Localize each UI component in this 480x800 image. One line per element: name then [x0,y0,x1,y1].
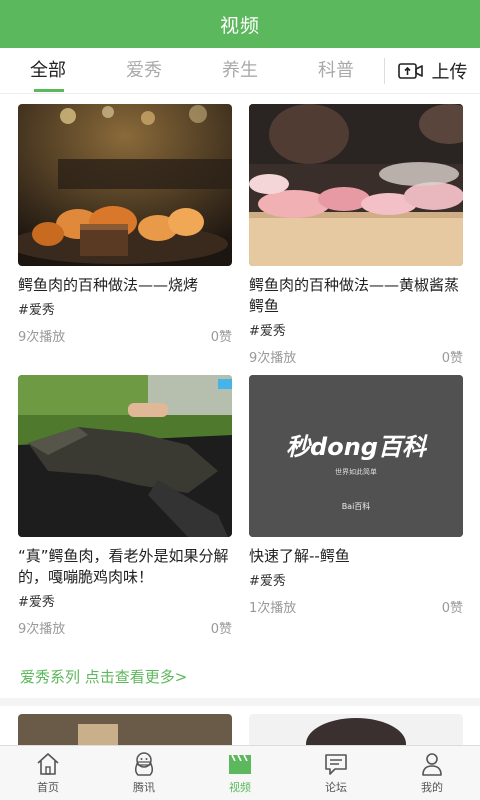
video-meta: 9次播放 0赞 [18,326,232,345]
upload-button[interactable]: 上传 [385,58,480,84]
video-card[interactable]: “真”鳄鱼肉，看老外是如果分解的，嘎嘣脆鸡肉味！ #爱秀 9次播放 0赞 [18,375,232,637]
nav-tencent[interactable]: 腾讯 [96,746,192,800]
video-meta: 9次播放 0赞 [18,618,232,637]
tab-kepu[interactable]: 科普 [288,48,384,94]
video-title[interactable]: 鳄鱼肉的百种做法——黄椒酱蒸鳄鱼 [249,275,463,317]
video-card[interactable]: 秒dong百科 世界如此简单 Bai百科 快速了解--鳄鱼 #爱秀 1次播放 0… [249,375,463,616]
upload-label: 上传 [431,61,468,83]
category-tabs: 全部 爱秀 养生 科普 上传 [0,48,480,94]
video-tag[interactable]: #爱秀 [249,570,463,589]
video-tag[interactable]: #爱秀 [18,299,232,318]
nav-video[interactable]: 视频 [192,746,288,800]
upload-video-icon [397,62,423,79]
video-tag[interactable]: #爱秀 [249,320,463,339]
like-count: 0赞 [441,351,463,366]
section-separator [0,698,480,706]
baike-slogan-text: 世界如此简单 [335,468,377,476]
nav-label: 腾讯 [133,781,155,794]
like-count: 0赞 [210,330,232,345]
video-thumbnail-bbq[interactable] [18,104,232,266]
nav-me[interactable]: 我的 [384,746,480,800]
title-bar: 视频 [0,0,480,48]
video-thumbnail[interactable] [18,714,232,745]
video-meta: 9次播放 0赞 [249,347,463,366]
page-title: 视频 [219,14,260,37]
nav-home[interactable]: 首页 [0,746,96,800]
bottom-navigation: 首页 腾讯 视频 论坛 我的 [0,745,480,800]
chat-bubble-icon [325,754,347,775]
user-icon [422,753,442,776]
video-thumbnail-meat[interactable] [249,104,463,266]
baike-logo: Bai百科 [341,502,371,511]
play-count: 9次播放 [18,330,66,345]
clapperboard-icon [229,754,251,774]
nav-label: 视频 [229,781,251,794]
play-count: 1次播放 [249,601,297,616]
video-title[interactable]: 快速了解--鳄鱼 [249,546,463,567]
nav-label: 论坛 [325,781,347,794]
video-card[interactable] [18,714,232,745]
tab-aixiu[interactable]: 爱秀 [96,48,192,94]
play-count: 9次播放 [18,622,66,637]
video-title[interactable]: “真”鳄鱼肉，看老外是如果分解的，嘎嘣脆鸡肉味！ [18,546,232,588]
video-list[interactable]: 鳄鱼肉的百种做法——烧烤 #爱秀 9次播放 0赞 鳄鱼肉的百种做法——黄椒酱蒸鳄… [0,94,480,745]
video-card[interactable]: 鳄鱼肉的百种做法——黄椒酱蒸鳄鱼 #爱秀 9次播放 0赞 [249,104,463,366]
video-meta: 1次播放 0赞 [249,597,463,616]
video-tag[interactable]: #爱秀 [18,591,232,610]
tab-all[interactable]: 全部 [0,48,96,94]
nav-label: 我的 [421,781,443,794]
video-thumbnail-crocodile[interactable] [18,375,232,537]
see-more-link[interactable]: 爱秀系列 点击查看更多> [20,666,187,687]
video-thumbnail[interactable] [249,714,463,745]
video-thumbnail-baike[interactable]: 秒dong百科 世界如此简单 Bai百科 [249,375,463,537]
nav-forum[interactable]: 论坛 [288,746,384,800]
penguin-icon [134,752,154,776]
video-card[interactable] [249,714,463,745]
like-count: 0赞 [441,601,463,616]
like-count: 0赞 [210,622,232,637]
play-count: 9次播放 [249,351,297,366]
video-title[interactable]: 鳄鱼肉的百种做法——烧烤 [18,275,232,296]
home-icon [37,753,59,775]
nav-label: 首页 [37,781,59,794]
tab-yangsheng[interactable]: 养生 [192,48,288,94]
baike-brand-text: 秒dong百科 [286,433,426,461]
video-card[interactable]: 鳄鱼肉的百种做法——烧烤 #爱秀 9次播放 0赞 [18,104,232,345]
